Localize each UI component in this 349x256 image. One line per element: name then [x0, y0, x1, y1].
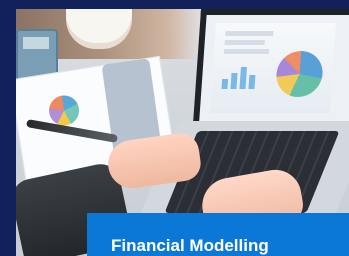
card-title: Financial Modelling [111, 236, 269, 255]
dashboard-bar [248, 75, 256, 89]
dashboard-bar [230, 73, 238, 89]
dashboard-line [225, 31, 274, 36]
calculator-screen [23, 37, 49, 49]
dashboard-bar [239, 67, 247, 89]
laptop-dashboard [209, 23, 337, 113]
dashboard-bar-chart [221, 63, 263, 89]
card-frame: Financial Modelling [0, 0, 349, 256]
dashboard-line [223, 49, 270, 54]
dashboard-bar [221, 79, 229, 89]
dashboard-line [224, 40, 265, 45]
dashboard-pie-chart [274, 51, 325, 97]
